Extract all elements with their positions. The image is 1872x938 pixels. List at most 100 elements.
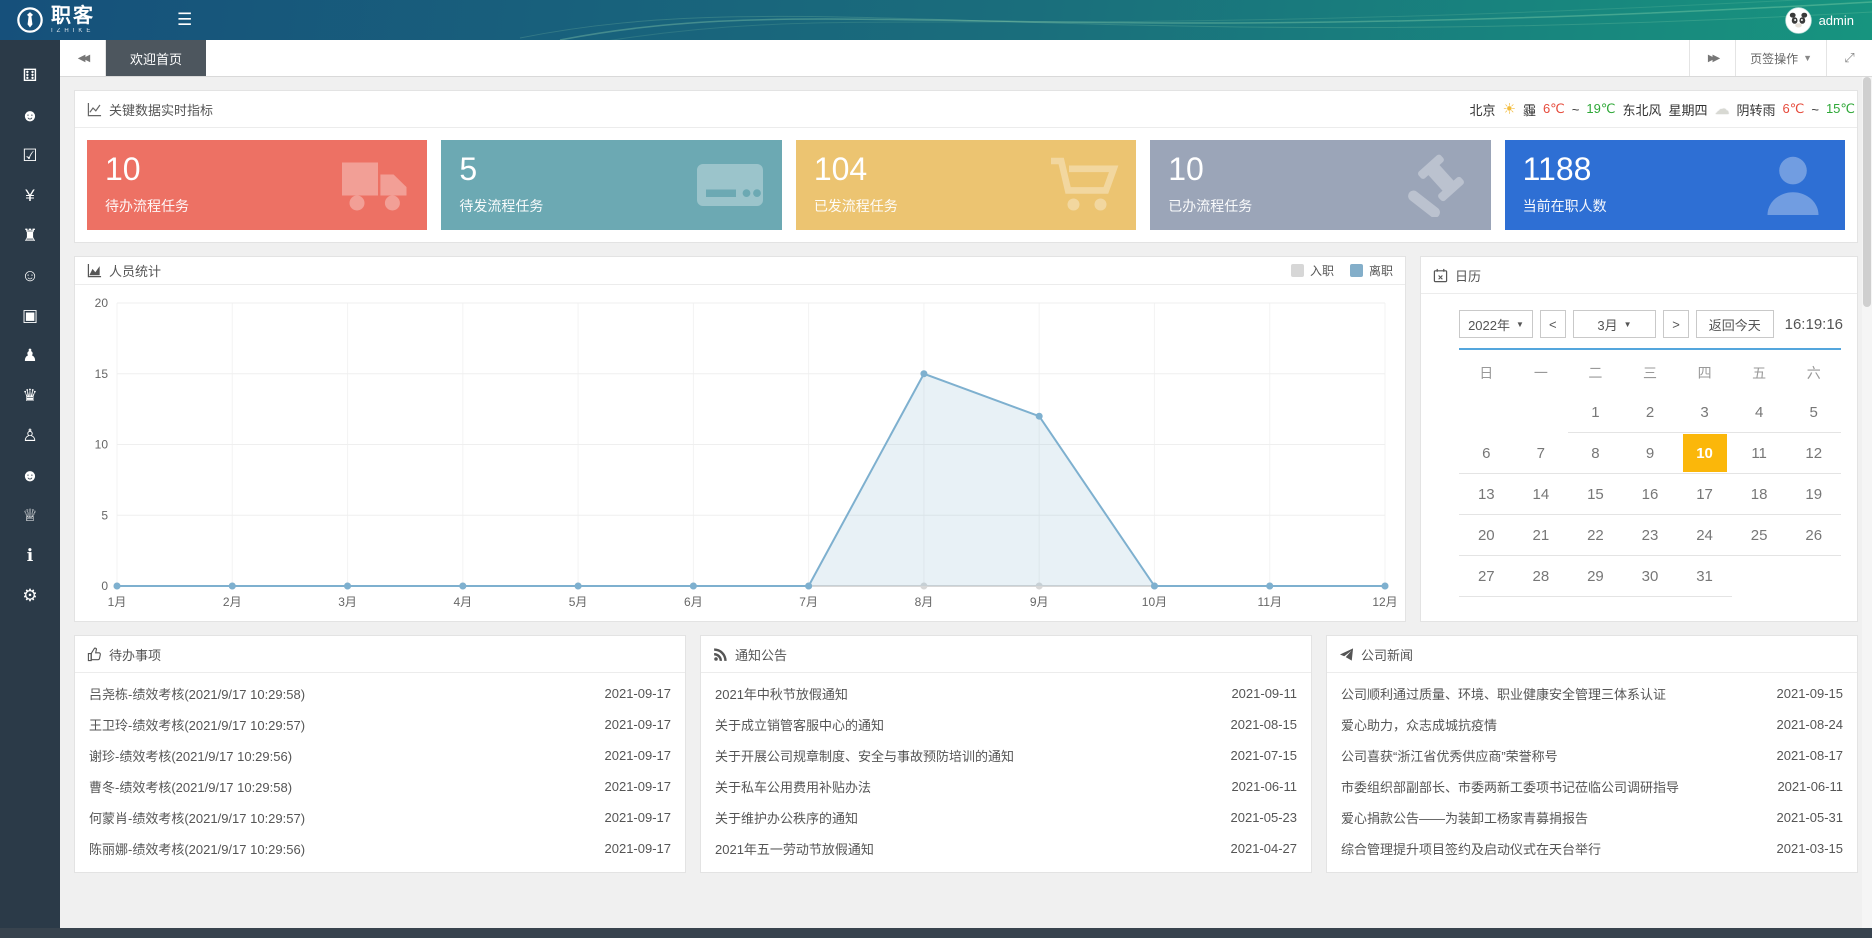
sidebar-item-recruitment[interactable]: ♟	[0, 336, 60, 376]
todo-item-3[interactable]: 曹冬-绩效考核(2021/9/17 10:29:58) 2021-09-17	[89, 771, 671, 802]
notice-item-4[interactable]: 关于维护办公秩序的通知 2021-05-23	[715, 802, 1297, 833]
calendar-day-14[interactable]: 14	[1514, 474, 1569, 515]
sidebar-item-settings[interactable]: ⚙	[0, 576, 60, 616]
legend-item-0[interactable]: 入职	[1291, 262, 1334, 279]
tabs-scroll-right-button[interactable]: ▶▶	[1689, 40, 1735, 76]
sidebar-item-organization[interactable]: ☻	[0, 96, 60, 136]
calendar-year-select[interactable]: 2022年 ▼	[1459, 310, 1533, 338]
news-item-1[interactable]: 爱心助力，众志成城抗疫情 2021-08-24	[1341, 709, 1843, 740]
todo-item-5[interactable]: 陈丽娜-绩效考核(2021/9/17 10:29:56) 2021-09-17	[89, 833, 671, 864]
legend-item-1[interactable]: 离职	[1350, 262, 1393, 279]
kpi-card-done-tasks[interactable]: 10 已办流程任务	[1150, 140, 1490, 230]
calendar-day-1[interactable]: 1	[1568, 392, 1623, 433]
app-logo[interactable]: 职客 IZHIKE	[0, 6, 95, 34]
legend-label-1: 离职	[1369, 262, 1393, 279]
calendar-today-button[interactable]: 返回今天	[1696, 310, 1774, 338]
fullscreen-button[interactable]: ⤢	[1826, 40, 1872, 76]
calendar-day-18[interactable]: 18	[1732, 474, 1787, 515]
calendar-day-27[interactable]: 27	[1459, 556, 1514, 597]
notice-item-text: 关于私车公用费用补贴办法	[715, 777, 871, 796]
sidebar-item-workflow[interactable]: ⚅	[0, 56, 60, 96]
staff-stats-header: 人员统计 入职 离职	[75, 257, 1405, 285]
news-item-4[interactable]: 爱心捐款公告——为装卸工杨家青募捐报告 2021-05-31	[1341, 802, 1843, 833]
calendar-day-9[interactable]: 9	[1623, 433, 1678, 474]
kpi-card-unsent-tasks[interactable]: 5 待发流程任务	[441, 140, 781, 230]
todo-item-4[interactable]: 何蒙肖-绩效考核(2021/9/17 10:29:57) 2021-09-17	[89, 802, 671, 833]
calendar-weekday-2: 二	[1568, 354, 1623, 392]
notice-item-text: 2021年中秋节放假通知	[715, 684, 848, 703]
sidebar-item-employee[interactable]: ☻	[0, 456, 60, 496]
calendar-day-6[interactable]: 6	[1459, 433, 1514, 474]
todo-item-0[interactable]: 吕尧栋-绩效考核(2021/9/17 10:29:58) 2021-09-17	[89, 678, 671, 709]
calendar-day-20[interactable]: 20	[1459, 515, 1514, 556]
news-item-3[interactable]: 市委组织部副部长、市委两新工委项书记莅临公司调研指导 2021-06-11	[1341, 771, 1843, 802]
notice-item-2[interactable]: 关于开展公司规章制度、安全与事故预防培训的通知 2021-07-15	[715, 740, 1297, 771]
calendar-day-24[interactable]: 24	[1677, 515, 1732, 556]
notice-item-3[interactable]: 关于私车公用费用补贴办法 2021-06-11	[715, 771, 1297, 802]
kpi-panel-title: 关键数据实时指标	[109, 100, 213, 119]
sidebar-item-performance[interactable]: ♕	[0, 496, 60, 536]
calendar-day-7[interactable]: 7	[1514, 433, 1569, 474]
calendar-day-2[interactable]: 2	[1623, 392, 1678, 433]
calendar-day-16[interactable]: 16	[1623, 474, 1678, 515]
scrollbar-thumb[interactable]	[1863, 77, 1871, 307]
calendar-day-17[interactable]: 17	[1677, 474, 1732, 515]
tab-home[interactable]: 欢迎首页	[106, 40, 206, 76]
calendar-clock: 16:19:16	[1785, 316, 1843, 333]
calendar-day-30[interactable]: 30	[1623, 556, 1678, 597]
sidebar-item-salary[interactable]: ¥	[0, 176, 60, 216]
sidebar-item-personnel[interactable]: ☺	[0, 256, 60, 296]
calendar-day-12[interactable]: 12	[1786, 433, 1841, 474]
todo-item-1[interactable]: 王卫玲-绩效考核(2021/9/17 10:29:57) 2021-09-17	[89, 709, 671, 740]
calendar-day-3[interactable]: 3	[1677, 392, 1732, 433]
todo-item-6[interactable]: 许菊林-绩效考核(2021/9/17 10:29:57) 2021-09-17	[89, 864, 671, 873]
calendar-day-10[interactable]: 10	[1677, 433, 1732, 474]
calendar-day-22[interactable]: 22	[1568, 515, 1623, 556]
calendar-month-select[interactable]: 3月 ▼	[1573, 310, 1656, 338]
tab-operations-dropdown[interactable]: 页签操作 ▼	[1735, 40, 1826, 76]
menu-toggle-icon[interactable]: ☰	[177, 10, 192, 30]
todo-item-2[interactable]: 谢珍-绩效考核(2021/9/17 10:29:56) 2021-09-17	[89, 740, 671, 771]
kpi-card-active-staff[interactable]: 1188 当前在职人数	[1505, 140, 1845, 230]
calendar-day-31[interactable]: 31	[1677, 556, 1732, 597]
vertical-scrollbar[interactable]	[1862, 77, 1872, 928]
calendar-prev-month-button[interactable]: <	[1540, 310, 1566, 338]
chevron-down-icon: ▼	[1803, 53, 1812, 63]
calendar-day-21[interactable]: 21	[1514, 515, 1569, 556]
calendar-day-29[interactable]: 29	[1568, 556, 1623, 597]
calendar-next-month-button[interactable]: >	[1663, 310, 1689, 338]
sidebar-item-training[interactable]: ♛	[0, 376, 60, 416]
calendar-day-25[interactable]: 25	[1732, 515, 1787, 556]
sidebar-item-institution[interactable]: ♜	[0, 216, 60, 256]
sidebar-item-approval[interactable]: ☑	[0, 136, 60, 176]
notice-item-5[interactable]: 2021年五一劳动节放假通知 2021-04-27	[715, 833, 1297, 864]
kpi-card-sent-tasks[interactable]: 104 已发流程任务	[796, 140, 1136, 230]
news-item-2[interactable]: 公司喜获“浙江省优秀供应商”荣誉称号 2021-08-17	[1341, 740, 1843, 771]
calendar-day-23[interactable]: 23	[1623, 515, 1678, 556]
institution-icon: ♜	[22, 226, 37, 246]
logo-tie-icon	[16, 6, 44, 34]
tabs-scroll-left-button[interactable]: ◀◀	[60, 40, 106, 76]
todo-item-date: 2021-09-17	[605, 872, 672, 873]
calendar-day-13[interactable]: 13	[1459, 474, 1514, 515]
weather-today-condition: 霾	[1523, 100, 1536, 119]
news-item-0[interactable]: 公司顺利通过质量、环境、职业健康安全管理三体系认证 2021-09-15	[1341, 678, 1843, 709]
notice-item-0[interactable]: 2021年中秋节放假通知 2021-09-11	[715, 678, 1297, 709]
sidebar-item-briefcase[interactable]: ▣	[0, 296, 60, 336]
kpi-card-pending-tasks[interactable]: 10 待办流程任务	[87, 140, 427, 230]
calendar-day-8[interactable]: 8	[1568, 433, 1623, 474]
sidebar-item-activity[interactable]: ♙	[0, 416, 60, 456]
sidebar-item-info[interactable]: ℹ	[0, 536, 60, 576]
calendar-day-4[interactable]: 4	[1732, 392, 1787, 433]
notice-item-1[interactable]: 关于成立销管客服中心的通知 2021-08-15	[715, 709, 1297, 740]
calendar-day-5[interactable]: 5	[1786, 392, 1841, 433]
calendar-day-11[interactable]: 11	[1732, 433, 1787, 474]
user-menu[interactable]: admin	[1785, 7, 1872, 34]
activity-icon: ♙	[22, 426, 37, 446]
news-item-6[interactable]: 转变、行动、突破——迎新晚会完美谢幕 2021-02-20	[1341, 864, 1843, 873]
calendar-day-15[interactable]: 15	[1568, 474, 1623, 515]
calendar-day-26[interactable]: 26	[1786, 515, 1841, 556]
calendar-day-19[interactable]: 19	[1786, 474, 1841, 515]
news-item-5[interactable]: 综合管理提升项目签约及启动仪式在天台举行 2021-03-15	[1341, 833, 1843, 864]
calendar-day-28[interactable]: 28	[1514, 556, 1569, 597]
